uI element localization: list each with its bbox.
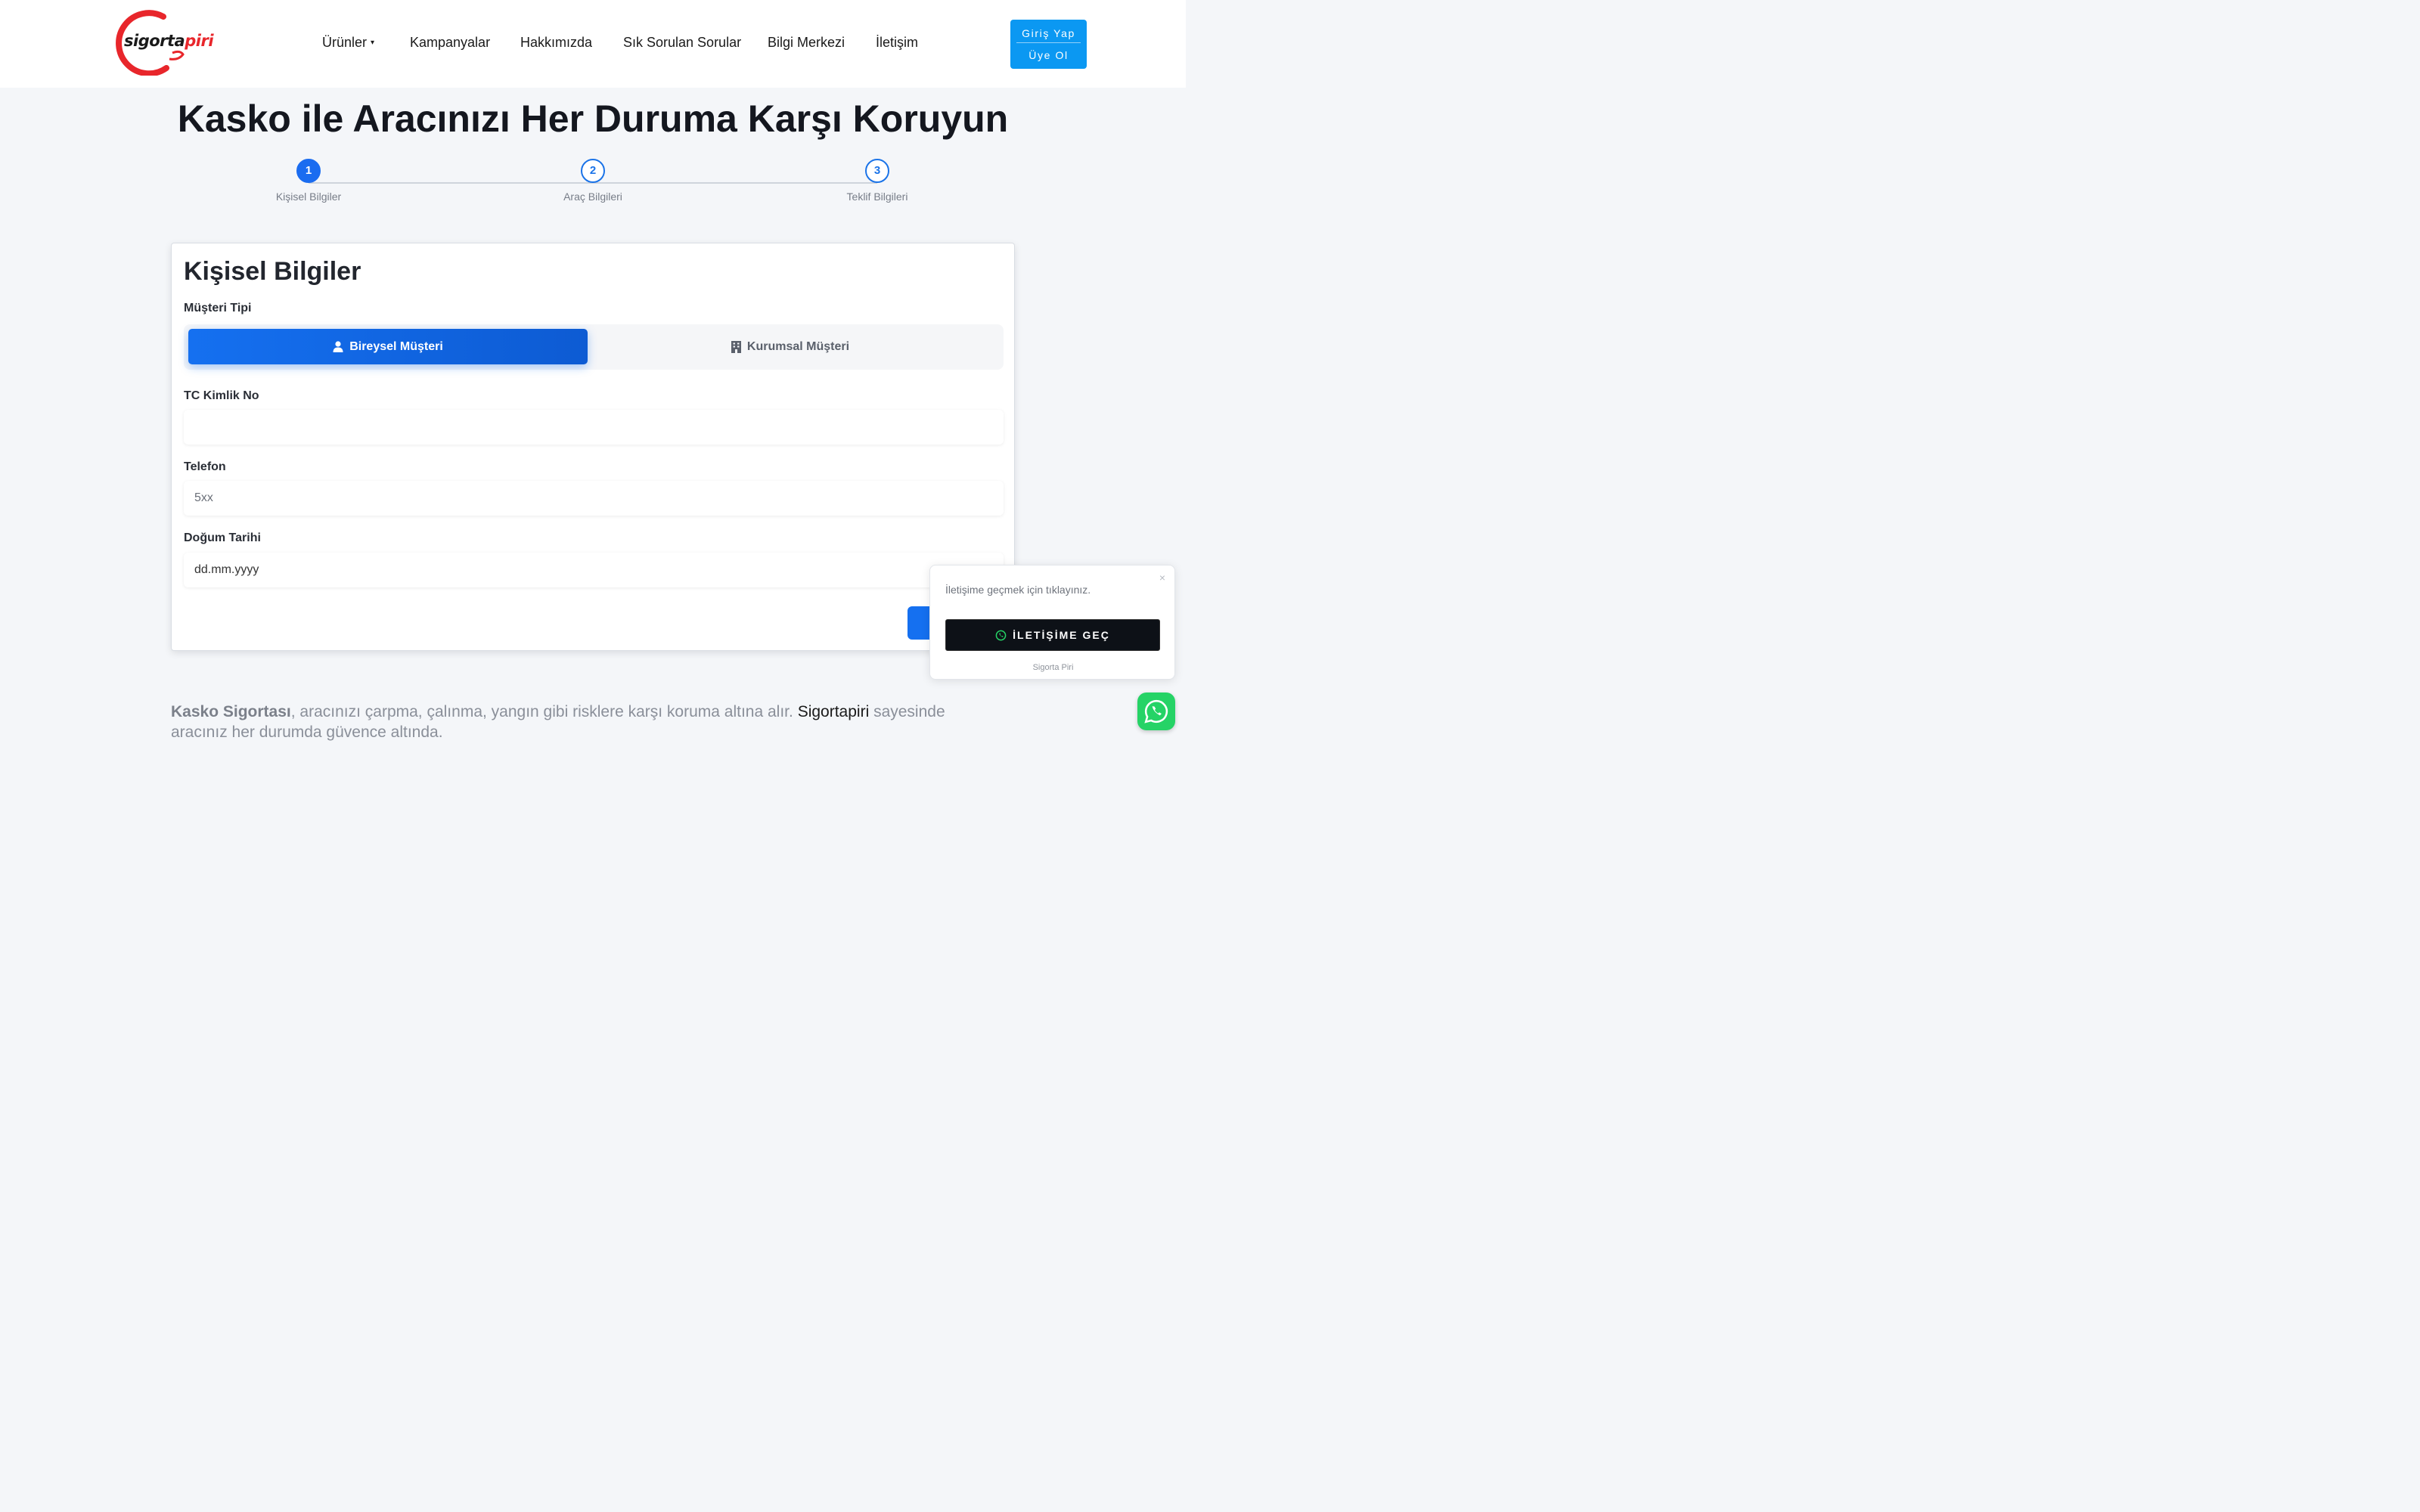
chevron-down-icon: ▾ <box>371 39 375 47</box>
customer-type-label: Müşteri Tipi <box>184 302 252 314</box>
customer-type-toggle: Bireysel Müşteri Kurumsal Müşteri <box>184 324 1004 370</box>
popup-footer: Sigorta Piri <box>1032 663 1074 672</box>
login-button[interactable]: Giriş Yap <box>1016 20 1081 43</box>
brand-link[interactable]: Sigortapiri <box>798 703 870 720</box>
whatsapp-fab[interactable] <box>1137 692 1175 730</box>
step-number: 3 <box>865 159 889 183</box>
building-icon <box>731 340 741 353</box>
birth-date-input[interactable]: dd.mm.yyyy <box>184 553 1004 587</box>
nav-item-iletisim[interactable]: İletişim <box>876 35 918 51</box>
sigortapiri-logo[interactable]: sigortapiri <box>103 8 214 77</box>
step-1[interactable]: 1 Kişisel Bilgiler <box>233 159 384 203</box>
progress-stepper: 1 Kişisel Bilgiler 2 Araç Bilgileri 3 Te… <box>276 159 908 212</box>
step-number: 2 <box>581 159 605 183</box>
whatsapp-icon <box>995 630 1007 640</box>
birth-date-placeholder: dd.mm.yyyy <box>194 563 259 576</box>
user-icon <box>333 341 343 352</box>
account-box: Giriş Yap Üye Ol <box>1010 20 1087 69</box>
site-header: sigortapiri Ürünler ▾ Kampanyalar Hakkımı… <box>0 0 1186 88</box>
step-label: Araç Bilgileri <box>563 191 622 203</box>
logo-text-main: sigorta <box>124 32 185 50</box>
logo-text-accent: piri <box>185 32 214 50</box>
phone-label: Telefon <box>184 460 226 473</box>
intro-text-1: , aracınızı çarpma, çalınma, yangın gibi… <box>290 703 798 720</box>
step-number: 1 <box>296 159 321 183</box>
tc-label: TC Kimlik No <box>184 389 259 402</box>
birth-date-label: Doğum Tarihi <box>184 531 261 544</box>
nav-item-kampanyalar[interactable]: Kampanyalar <box>410 35 490 51</box>
step-label: Kişisel Bilgiler <box>275 191 342 203</box>
page-title: Kasko ile Aracınızı Her Duruma Karşı Kor… <box>177 98 1009 140</box>
form-title: Kişisel Bilgiler <box>184 257 361 286</box>
step-label: Teklif Bilgileri <box>846 191 908 203</box>
intro-strong: Kasko Sigortası <box>171 703 291 720</box>
personal-info-card: Kişisel Bilgiler Müşteri Tipi Bireysel M… <box>171 243 1015 651</box>
intro-paragraph: Kasko Sigortası, aracınızı çarpma, çalın… <box>171 702 1003 742</box>
close-icon[interactable]: × <box>1159 572 1165 584</box>
phone-input[interactable] <box>184 481 1004 516</box>
whatsapp-popup: × İletişime geçmek için tıklayınız. İLET… <box>929 565 1175 680</box>
step-2[interactable]: 2 Araç Bilgileri <box>517 159 669 203</box>
nav-item-urunler[interactable]: Ürünler ▾ <box>322 35 374 51</box>
nav-item-hakkimizda[interactable]: Hakkımızda <box>520 35 592 51</box>
nav-item-sss[interactable]: Sık Sorulan Sorular <box>623 35 741 51</box>
nav-item-bilgi-merkezi[interactable]: Bilgi Merkezi <box>768 35 845 51</box>
individual-customer-button[interactable]: Bireysel Müşteri <box>188 329 588 364</box>
tc-kimlik-input[interactable] <box>184 410 1004 445</box>
corporate-customer-button[interactable]: Kurumsal Müşteri <box>591 329 990 364</box>
contact-button[interactable]: İLETİŞİME GEÇ <box>945 619 1160 651</box>
whatsapp-icon <box>1144 699 1168 723</box>
step-3[interactable]: 3 Teklif Bilgileri <box>802 159 953 203</box>
signup-button[interactable]: Üye Ol <box>1010 43 1087 61</box>
popup-message: İletişime geçmek için tıklayınız. <box>945 584 1091 596</box>
